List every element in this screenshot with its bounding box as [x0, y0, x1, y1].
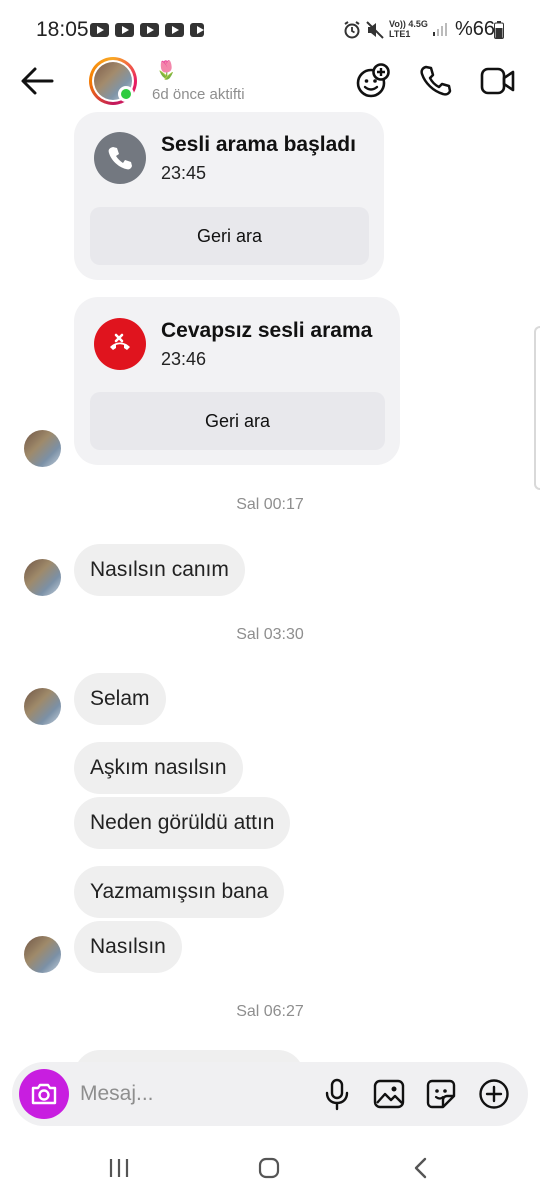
- battery-icon: [494, 21, 504, 39]
- camera-icon: [31, 1083, 57, 1105]
- call-back-button[interactable]: Geri ara: [90, 207, 369, 265]
- scrollbar[interactable]: [534, 326, 540, 490]
- sender-avatar[interactable]: [24, 559, 61, 596]
- sender-avatar[interactable]: [24, 688, 61, 725]
- call-title: Sesli arama başladı: [161, 133, 356, 156]
- contact-name-emoji: 🌷: [155, 60, 178, 80]
- call-card-started: Sesli arama başladı 23:45 Geri ara: [74, 112, 384, 280]
- youtube-notification-icon: [90, 23, 109, 37]
- status-time: 18:05: [36, 18, 89, 41]
- network-label: Vo)) 4.5G: [389, 19, 428, 29]
- sticker-icon[interactable]: [425, 1078, 457, 1110]
- camera-button[interactable]: [19, 1069, 69, 1119]
- message-bubble[interactable]: Yazmamışsın bana: [74, 866, 285, 918]
- voice-call-icon[interactable]: [418, 64, 452, 98]
- call-time: 23:46: [161, 349, 207, 369]
- message-bubble[interactable]: Aşkım nasılsın: [74, 742, 243, 794]
- message-bubble[interactable]: Nasılsın: [74, 921, 182, 973]
- alarm-icon: [344, 21, 360, 39]
- back-arrow-icon[interactable]: [20, 66, 54, 96]
- gallery-icon[interactable]: [373, 1078, 405, 1110]
- online-indicator: [118, 86, 134, 102]
- video-call-icon[interactable]: [480, 66, 516, 96]
- message-bubble[interactable]: Selam: [74, 673, 166, 725]
- phone-icon: [94, 132, 146, 184]
- microphone-icon[interactable]: [323, 1078, 351, 1112]
- message-timestamp: Sal 03:30: [236, 626, 304, 643]
- system-navigation-bar: [0, 1140, 540, 1200]
- add-effects-face-icon[interactable]: [354, 63, 390, 99]
- call-title: Cevapsız sesli arama: [161, 319, 373, 342]
- message-timestamp: Sal 00:17: [236, 496, 304, 513]
- mute-icon: [366, 21, 384, 39]
- chat-screen: 18:05 Vo)) 4.5G LTE1 %66 🌷 6d önce aktif…: [0, 0, 540, 1200]
- signal-icon: [433, 23, 447, 36]
- message-bubble[interactable]: Nasılsın canım: [74, 544, 245, 596]
- sender-avatar[interactable]: [24, 430, 61, 467]
- youtube-notification-icon: [190, 23, 204, 37]
- call-card-missed: Cevapsız sesli arama 23:46 Geri ara: [74, 297, 400, 465]
- youtube-notification-icon: [115, 23, 134, 37]
- status-bar: 18:05 Vo)) 4.5G LTE1 %66: [0, 0, 540, 60]
- lte-label: LTE1: [389, 29, 411, 39]
- message-input[interactable]: Mesaj...: [80, 1082, 154, 1106]
- youtube-notification-icon: [140, 23, 159, 37]
- home-icon[interactable]: [258, 1157, 280, 1179]
- battery-percent: %66: [455, 18, 496, 40]
- back-nav-icon[interactable]: [412, 1157, 428, 1179]
- youtube-notification-icon: [165, 23, 184, 37]
- message-bubble[interactable]: Neden görüldü attın: [74, 797, 291, 849]
- recent-apps-icon[interactable]: [108, 1158, 130, 1178]
- missed-call-icon: [94, 318, 146, 370]
- add-icon[interactable]: [478, 1078, 510, 1110]
- call-back-button[interactable]: Geri ara: [90, 392, 385, 450]
- last-active-status: 6d önce aktifti: [152, 86, 245, 103]
- message-timestamp: Sal 06:27: [236, 1003, 304, 1020]
- call-time: 23:45: [161, 163, 207, 183]
- sender-avatar[interactable]: [24, 936, 61, 973]
